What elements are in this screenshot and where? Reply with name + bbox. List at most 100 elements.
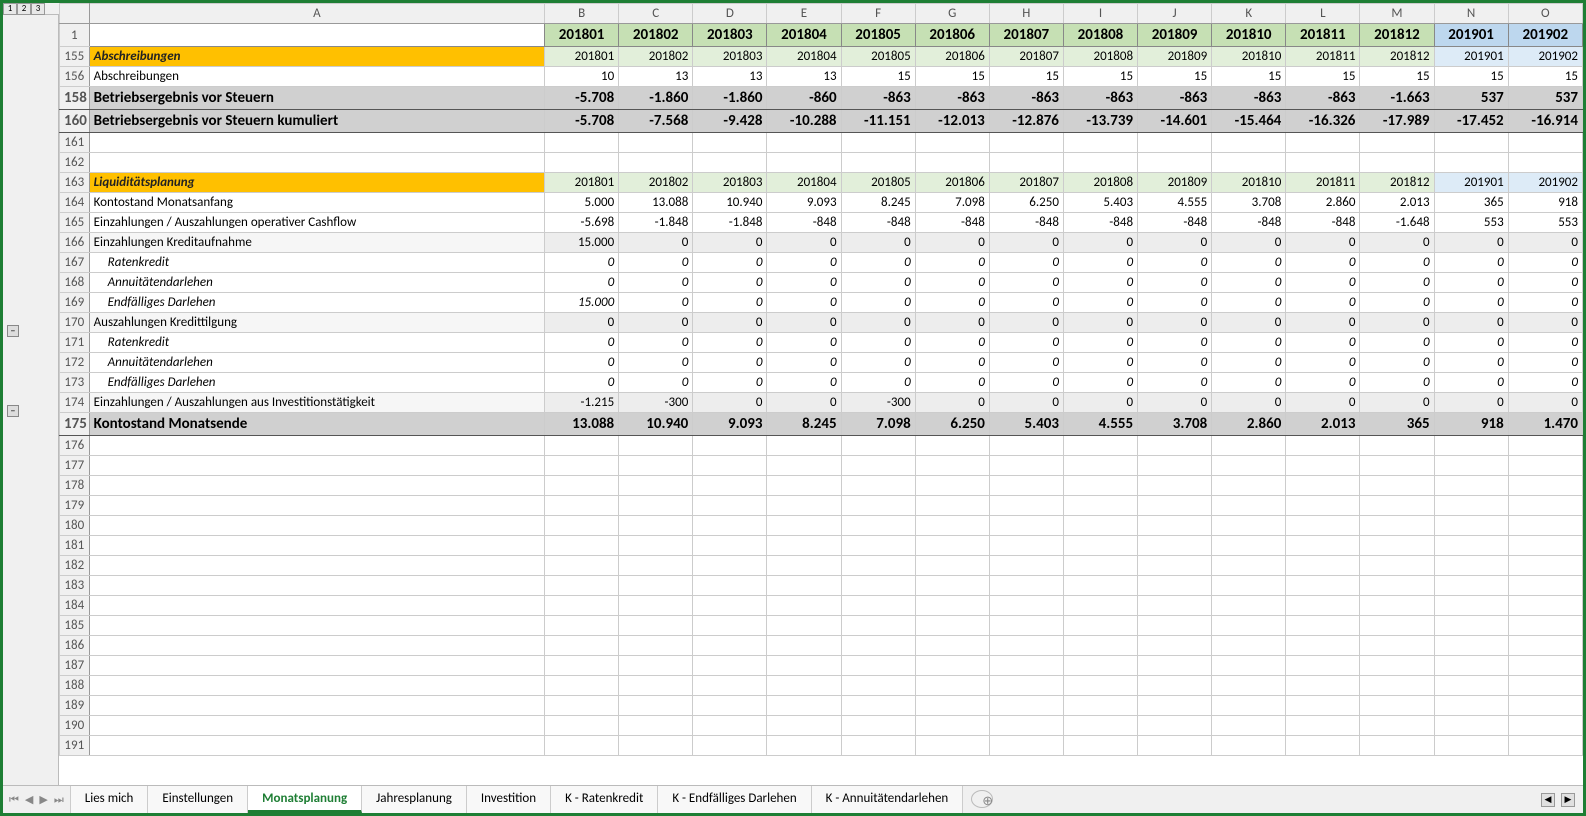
add-sheet-button[interactable]: ⊕ bbox=[971, 790, 993, 808]
cell[interactable] bbox=[619, 696, 693, 716]
column-header[interactable]: I bbox=[1063, 4, 1137, 24]
column-header[interactable]: B bbox=[545, 4, 619, 24]
cell[interactable] bbox=[1212, 636, 1286, 656]
row-header[interactable]: 163 bbox=[60, 173, 90, 193]
cell[interactable] bbox=[1063, 476, 1137, 496]
tab-nav-prev-icon[interactable]: ◀ bbox=[25, 793, 33, 806]
cell[interactable] bbox=[1360, 696, 1434, 716]
cell[interactable] bbox=[1360, 716, 1434, 736]
cell[interactable] bbox=[989, 153, 1063, 173]
cell[interactable] bbox=[1508, 716, 1582, 736]
cell[interactable]: 0 bbox=[1286, 393, 1360, 413]
cell[interactable]: 0 bbox=[841, 313, 915, 333]
cell[interactable] bbox=[1286, 736, 1360, 756]
cell[interactable] bbox=[841, 596, 915, 616]
horizontal-scrollbar[interactable]: ◀ ▶ bbox=[1001, 786, 1583, 813]
cell[interactable] bbox=[1212, 133, 1286, 153]
cell[interactable] bbox=[1286, 436, 1360, 456]
period-header-cell[interactable]: 201809 bbox=[1138, 24, 1212, 47]
cell[interactable]: -300 bbox=[619, 393, 693, 413]
cell[interactable]: 0 bbox=[1360, 373, 1434, 393]
cell[interactable] bbox=[1212, 676, 1286, 696]
cell[interactable] bbox=[545, 576, 619, 596]
cell[interactable]: 0 bbox=[1138, 293, 1212, 313]
cell[interactable] bbox=[1508, 696, 1582, 716]
cell[interactable]: 0 bbox=[619, 353, 693, 373]
cell[interactable] bbox=[1508, 496, 1582, 516]
cell[interactable]: 0 bbox=[693, 333, 767, 353]
row-header[interactable]: 176 bbox=[60, 436, 90, 456]
cell[interactable]: 0 bbox=[1286, 233, 1360, 253]
cell[interactable]: 5.000 bbox=[545, 193, 619, 213]
sheet-tab[interactable]: Einstellungen bbox=[148, 786, 248, 813]
cell[interactable] bbox=[693, 696, 767, 716]
cell[interactable]: -863 bbox=[1138, 87, 1212, 110]
cell[interactable] bbox=[767, 436, 841, 456]
cell[interactable]: 0 bbox=[767, 353, 841, 373]
row-header[interactable]: 175 bbox=[60, 413, 90, 436]
column-header[interactable]: A bbox=[89, 4, 544, 24]
cell[interactable] bbox=[767, 456, 841, 476]
row-label-cell[interactable]: Ratenkredit bbox=[89, 333, 544, 353]
cell[interactable]: 0 bbox=[1360, 273, 1434, 293]
cell[interactable]: 918 bbox=[1434, 413, 1508, 436]
cell[interactable]: 0 bbox=[1138, 333, 1212, 353]
row-header[interactable]: 187 bbox=[60, 656, 90, 676]
cell[interactable]: 15 bbox=[841, 67, 915, 87]
cell[interactable]: 201811 bbox=[1286, 47, 1360, 67]
period-header-cell[interactable]: 201806 bbox=[915, 24, 989, 47]
cell[interactable] bbox=[1286, 656, 1360, 676]
cell[interactable] bbox=[1138, 436, 1212, 456]
cell[interactable]: 0 bbox=[1434, 293, 1508, 313]
cell[interactable]: -848 bbox=[1063, 213, 1137, 233]
cell[interactable] bbox=[89, 536, 544, 556]
cell[interactable] bbox=[915, 476, 989, 496]
cell[interactable] bbox=[89, 596, 544, 616]
row-label-cell[interactable]: Endfälliges Darlehen bbox=[89, 293, 544, 313]
cell[interactable]: -11.151 bbox=[841, 110, 915, 133]
cell[interactable]: -860 bbox=[767, 87, 841, 110]
cell[interactable]: 7.098 bbox=[915, 193, 989, 213]
cell[interactable] bbox=[1063, 616, 1137, 636]
cell[interactable] bbox=[1063, 556, 1137, 576]
cell[interactable] bbox=[89, 476, 544, 496]
column-header[interactable]: C bbox=[619, 4, 693, 24]
cell[interactable]: 15 bbox=[1063, 67, 1137, 87]
cell[interactable] bbox=[1212, 576, 1286, 596]
column-header[interactable]: G bbox=[915, 4, 989, 24]
cell[interactable]: 0 bbox=[545, 273, 619, 293]
cell[interactable] bbox=[1434, 656, 1508, 676]
row-header[interactable]: 185 bbox=[60, 616, 90, 636]
cell[interactable] bbox=[619, 656, 693, 676]
cell[interactable] bbox=[767, 516, 841, 536]
cell[interactable]: 0 bbox=[1286, 373, 1360, 393]
cell[interactable]: 0 bbox=[1138, 273, 1212, 293]
cell[interactable] bbox=[989, 436, 1063, 456]
column-header[interactable]: H bbox=[989, 4, 1063, 24]
cell[interactable] bbox=[1434, 153, 1508, 173]
cell[interactable] bbox=[915, 676, 989, 696]
column-header[interactable]: O bbox=[1508, 4, 1582, 24]
scroll-left-icon[interactable]: ◀ bbox=[1541, 793, 1555, 807]
cell[interactable]: 0 bbox=[1434, 253, 1508, 273]
cell[interactable]: 0 bbox=[693, 373, 767, 393]
row-header[interactable]: 160 bbox=[60, 110, 90, 133]
outline-level-2[interactable]: 2 bbox=[17, 3, 31, 15]
cell[interactable]: -15.464 bbox=[1212, 110, 1286, 133]
cell[interactable]: 0 bbox=[1434, 353, 1508, 373]
cell[interactable] bbox=[1434, 556, 1508, 576]
cell[interactable]: 0 bbox=[1063, 333, 1137, 353]
cell[interactable] bbox=[1508, 556, 1582, 576]
cell[interactable]: 0 bbox=[767, 253, 841, 273]
cell[interactable]: 5.403 bbox=[1063, 193, 1137, 213]
row-label-cell[interactable]: Betriebsergebnis vor Steuern kumuliert bbox=[89, 110, 544, 133]
cell[interactable]: 201807 bbox=[989, 173, 1063, 193]
cell[interactable]: 0 bbox=[1138, 253, 1212, 273]
cell[interactable] bbox=[1434, 456, 1508, 476]
cell[interactable] bbox=[545, 516, 619, 536]
cell[interactable] bbox=[619, 616, 693, 636]
cell[interactable] bbox=[989, 636, 1063, 656]
column-header[interactable]: L bbox=[1286, 4, 1360, 24]
cell[interactable]: 0 bbox=[1212, 293, 1286, 313]
row-header[interactable]: 180 bbox=[60, 516, 90, 536]
